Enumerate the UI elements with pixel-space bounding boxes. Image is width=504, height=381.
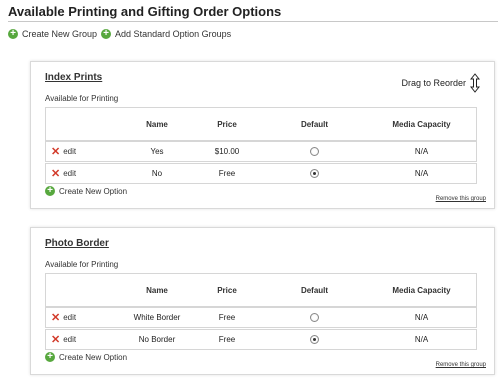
create-new-group-label: Create New Group: [22, 29, 98, 39]
option-price: $10.00: [214, 147, 240, 156]
name-column-header: Name: [146, 119, 168, 129]
group-availability: Available for Printing: [45, 260, 119, 269]
media-capacity: N/A: [414, 169, 429, 178]
create-new-option-link[interactable]: + Create New Option: [45, 186, 127, 196]
media-capacity: N/A: [414, 147, 429, 156]
remove-group-link[interactable]: Remove this group: [436, 362, 486, 368]
add-icon: +: [45, 352, 55, 362]
group-title[interactable]: Index Prints: [45, 72, 102, 83]
option-group-panel: Photo Border Available for Printing Name…: [30, 227, 495, 375]
options-table-header: Name Price Default Media Capacity: [45, 273, 477, 307]
default-radio[interactable]: [310, 313, 319, 322]
default-radio[interactable]: [310, 147, 319, 156]
delete-icon[interactable]: ✕: [51, 334, 60, 345]
drag-to-reorder-handle[interactable]: Drag to Reorder: [401, 73, 480, 93]
option-name: Yes: [150, 147, 164, 156]
create-new-option-label: Create New Option: [59, 352, 128, 362]
option-name: No Border: [138, 335, 176, 344]
default-radio-selected[interactable]: [310, 335, 319, 344]
option-name: White Border: [133, 313, 181, 322]
title-divider: [8, 21, 498, 22]
option-price: Free: [218, 169, 236, 178]
delete-icon[interactable]: ✕: [51, 146, 60, 157]
option-group-panel: Index Prints Drag to Reorder Available f…: [30, 61, 495, 209]
add-icon: +: [8, 29, 18, 39]
add-icon: +: [101, 29, 112, 39]
price-column-header: Price: [217, 285, 237, 295]
option-price: Free: [218, 335, 236, 344]
create-new-option-label: Create New Option: [59, 186, 128, 196]
default-column-header: Default: [300, 119, 329, 129]
option-name: No: [151, 169, 163, 178]
delete-icon[interactable]: ✕: [51, 312, 60, 323]
media-capacity-column-header: Media Capacity: [392, 119, 451, 129]
price-column-header: Price: [217, 119, 237, 129]
media-capacity: N/A: [414, 313, 429, 322]
media-capacity: N/A: [414, 335, 429, 344]
vertical-arrows-icon: [470, 73, 480, 93]
name-column-header: Name: [146, 285, 168, 295]
add-standard-option-groups-link[interactable]: + Add Standard Option Groups: [101, 29, 231, 39]
add-standard-option-groups-label: Add Standard Option Groups: [115, 29, 232, 39]
group-title[interactable]: Photo Border: [45, 238, 109, 249]
create-new-option-link[interactable]: + Create New Option: [45, 352, 127, 362]
media-capacity-column-header: Media Capacity: [392, 285, 451, 295]
edit-link[interactable]: edit: [63, 313, 76, 322]
top-actions: + Create New Group + Add Standard Option…: [8, 29, 235, 39]
create-new-group-link[interactable]: + Create New Group: [8, 29, 97, 39]
table-row: ✕ edit Yes $10.00 N/A: [45, 141, 477, 162]
add-icon: +: [45, 186, 55, 196]
edit-link[interactable]: edit: [63, 335, 76, 344]
group-availability: Available for Printing: [45, 94, 119, 103]
page-title: Available Printing and Gifting Order Opt…: [8, 4, 282, 19]
table-row: ✕ edit White Border Free N/A: [45, 307, 477, 328]
option-price: Free: [218, 313, 236, 322]
edit-link[interactable]: edit: [63, 147, 76, 156]
default-column-header: Default: [300, 285, 329, 295]
default-radio-selected[interactable]: [310, 169, 319, 178]
table-row: ✕ edit No Border Free N/A: [45, 329, 477, 350]
delete-icon[interactable]: ✕: [51, 168, 60, 179]
table-row: ✕ edit No Free N/A: [45, 163, 477, 184]
edit-link[interactable]: edit: [63, 169, 76, 178]
drag-to-reorder-label: Drag to Reorder: [401, 78, 466, 88]
remove-group-link[interactable]: Remove this group: [436, 196, 486, 202]
options-table-header: Name Price Default Media Capacity: [45, 107, 477, 141]
